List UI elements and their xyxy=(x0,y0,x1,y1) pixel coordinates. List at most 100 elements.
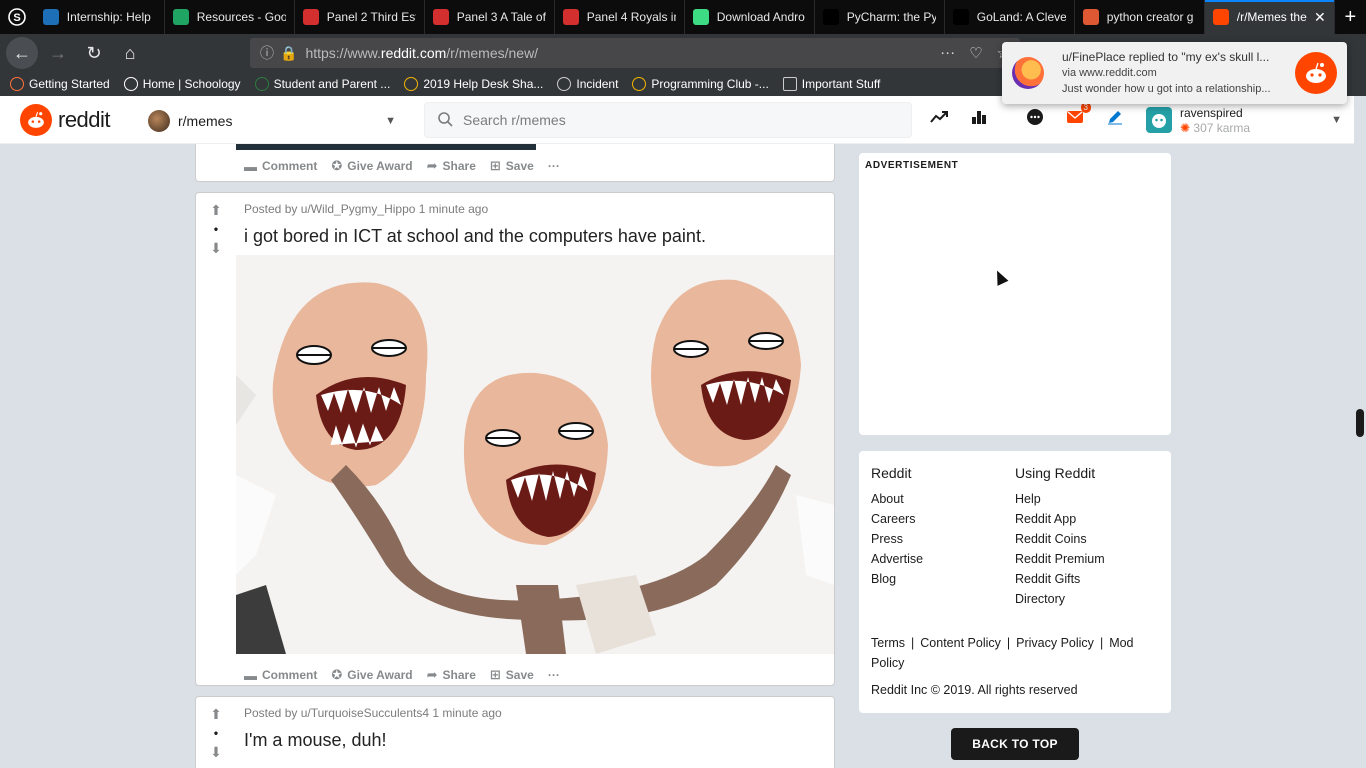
advertisement-label: ADVERTISEMENT xyxy=(865,160,959,171)
give-award-button[interactable]: ✪ Give Award xyxy=(331,667,412,683)
save-button[interactable]: ⊞ Save xyxy=(490,158,534,174)
browser-tab[interactable]: Panel 2 Third Est xyxy=(295,0,425,34)
footer-link[interactable]: Reddit Premium xyxy=(1015,549,1105,569)
post-actions: ▬ Comment ✪ Give Award ➦ Share ⊞ Save ··· xyxy=(244,667,560,683)
give-award-button[interactable]: ✪ Give Award xyxy=(331,158,412,174)
leaderboard-icon[interactable] xyxy=(970,108,988,126)
footer-legal-link[interactable]: Privacy Policy xyxy=(1016,636,1094,650)
more-options-button[interactable]: ··· xyxy=(548,668,560,682)
browser-tab[interactable]: Download Andro xyxy=(685,0,815,34)
community-dropdown[interactable]: r/memes ▼ xyxy=(148,108,396,134)
pdf-icon xyxy=(562,9,579,25)
pocket-icon[interactable]: ♡ xyxy=(969,44,982,62)
footer-link[interactable]: Reddit Gifts xyxy=(1015,569,1105,589)
back-button[interactable]: ← xyxy=(6,37,38,69)
mail-icon[interactable]: 3 xyxy=(1066,102,1091,126)
browser-tab[interactable]: /r/Memes the ✕ xyxy=(1204,0,1335,34)
reddit-wordmark: reddit xyxy=(58,107,111,132)
post-title[interactable]: I'm a mouse, duh! xyxy=(244,730,387,751)
google-drive-icon xyxy=(632,77,647,91)
forward-button[interactable]: → xyxy=(42,37,74,69)
search-input[interactable]: Search r/memes xyxy=(424,102,912,138)
tab-title: Internship: Help xyxy=(66,10,151,24)
tab-title: Resources - Goo xyxy=(196,10,286,24)
footer-link[interactable]: Help xyxy=(1015,489,1105,509)
post-time[interactable]: 1 minute ago xyxy=(432,706,501,720)
chat-icon[interactable] xyxy=(1026,108,1044,126)
award-icon: ✪ xyxy=(331,667,343,682)
globe-icon xyxy=(557,77,572,91)
schoology-icon xyxy=(42,9,59,25)
upvote-arrow-icon[interactable]: ⬆ xyxy=(210,203,222,217)
downvote-arrow-icon[interactable]: ⬇ xyxy=(210,241,222,255)
tab-title: PyCharm: the Py xyxy=(846,10,936,24)
footer-link[interactable]: Reddit Coins xyxy=(1015,529,1105,549)
scrollbar-thumb[interactable] xyxy=(1356,409,1364,437)
footer-column-using-reddit: Using Reddit Help Reddit App Reddit Coins R… xyxy=(1015,465,1105,609)
comment-button[interactable]: ▬ Comment xyxy=(244,159,317,174)
popular-trending-icon[interactable] xyxy=(930,108,948,126)
post-card[interactable]: ⬆ • ⬇ Posted by u/TurquoiseSucculents4 1… xyxy=(195,696,835,768)
firefox-icon xyxy=(1012,57,1044,89)
browser-tab[interactable]: Panel 3 A Tale of xyxy=(425,0,555,34)
schoology-icon[interactable]: S xyxy=(0,0,35,34)
footer-link[interactable]: Careers xyxy=(871,509,923,529)
desktop-notification[interactable]: u/FinePlace replied to "my ex's skull l.… xyxy=(1002,42,1347,104)
post-image[interactable] xyxy=(236,255,834,654)
bookmark-item[interactable]: Getting Started xyxy=(10,77,110,91)
user-menu[interactable]: ravenspired ✺ 307 karma ▼ xyxy=(1146,102,1342,138)
bookmark-item[interactable]: Home | Schoology xyxy=(123,77,241,91)
browser-tab[interactable]: Internship: Help xyxy=(35,0,165,34)
scrollbar[interactable] xyxy=(1354,96,1366,768)
upvote-arrow-icon[interactable]: ⬆ xyxy=(210,707,222,721)
url-bar[interactable]: ⓘ 🔒 https://www.reddit.com/r/memes/new/ … xyxy=(250,38,1020,68)
browser-tab[interactable]: Resources - Goo xyxy=(165,0,295,34)
browser-tab[interactable]: python creator g xyxy=(1075,0,1205,34)
footer-legal-link[interactable]: Content Policy xyxy=(920,636,1001,650)
post-card[interactable]: ▬ Comment ✪ Give Award ➦ Share ⊞ Save ··· xyxy=(195,144,835,182)
bookmark-label: Student and Parent ... xyxy=(273,77,391,91)
share-button[interactable]: ➦ Share xyxy=(427,158,476,174)
footer-heading: Reddit xyxy=(871,465,912,481)
new-tab-button[interactable]: + xyxy=(1335,0,1366,34)
schoology-icon xyxy=(123,77,138,91)
browser-tab[interactable]: Panel 4 Royals in xyxy=(555,0,685,34)
post-card[interactable]: ⬆ • ⬇ Posted by u/Wild_Pygmy_Hippo 1 min… xyxy=(195,192,835,686)
bookmark-item[interactable]: Incident xyxy=(557,77,618,91)
bookmark-item[interactable]: Important Stuff xyxy=(782,77,880,91)
footer-link[interactable]: Reddit App xyxy=(1015,509,1105,529)
chevron-down-icon: ▼ xyxy=(385,115,396,127)
vote-score: • xyxy=(213,726,219,740)
footer-link[interactable]: Blog xyxy=(871,569,923,589)
post-title[interactable]: i got bored in ICT at school and the com… xyxy=(244,226,706,247)
downvote-arrow-icon[interactable]: ⬇ xyxy=(210,745,222,759)
create-post-pencil-icon[interactable] xyxy=(1106,108,1124,126)
post-time[interactable]: 1 minute ago xyxy=(419,202,488,216)
karma-count: ✺ 307 karma xyxy=(1180,121,1251,135)
reddit-logo[interactable]: reddit xyxy=(20,104,111,136)
browser-tab[interactable]: GoLand: A Cleve xyxy=(945,0,1075,34)
save-button[interactable]: ⊞ Save xyxy=(490,667,534,683)
close-tab-icon[interactable]: ✕ xyxy=(1314,9,1326,26)
more-options-button[interactable]: ··· xyxy=(548,159,560,173)
post-image[interactable] xyxy=(236,144,536,150)
comment-button[interactable]: ▬ Comment xyxy=(244,668,317,683)
page-actions-icon[interactable]: ··· xyxy=(940,44,955,62)
footer-legal-link[interactable]: Terms xyxy=(871,636,905,650)
reddit-icon xyxy=(1212,9,1229,25)
home-button[interactable]: ⌂ xyxy=(114,37,146,69)
bookmark-item[interactable]: Programming Club -... xyxy=(632,77,769,91)
post-author-link[interactable]: Posted by u/Wild_Pygmy_Hippo xyxy=(244,202,415,216)
footer-link[interactable]: About xyxy=(871,489,923,509)
footer-link[interactable]: Directory xyxy=(1015,589,1105,609)
browser-tab[interactable]: PyCharm: the Py xyxy=(815,0,945,34)
reload-button[interactable]: ↻ xyxy=(78,37,110,69)
bookmark-item[interactable]: Student and Parent ... xyxy=(254,77,391,91)
back-to-top-button[interactable]: BACK TO TOP xyxy=(951,728,1079,760)
share-button[interactable]: ➦ Share xyxy=(427,667,476,683)
footer-link[interactable]: Press xyxy=(871,529,923,549)
info-icon[interactable]: ⓘ xyxy=(260,43,274,63)
post-author-link[interactable]: Posted by u/TurquoiseSucculents4 xyxy=(244,706,429,720)
bookmark-item[interactable]: 2019 Help Desk Sha... xyxy=(404,77,543,91)
footer-link[interactable]: Advertise xyxy=(871,549,923,569)
